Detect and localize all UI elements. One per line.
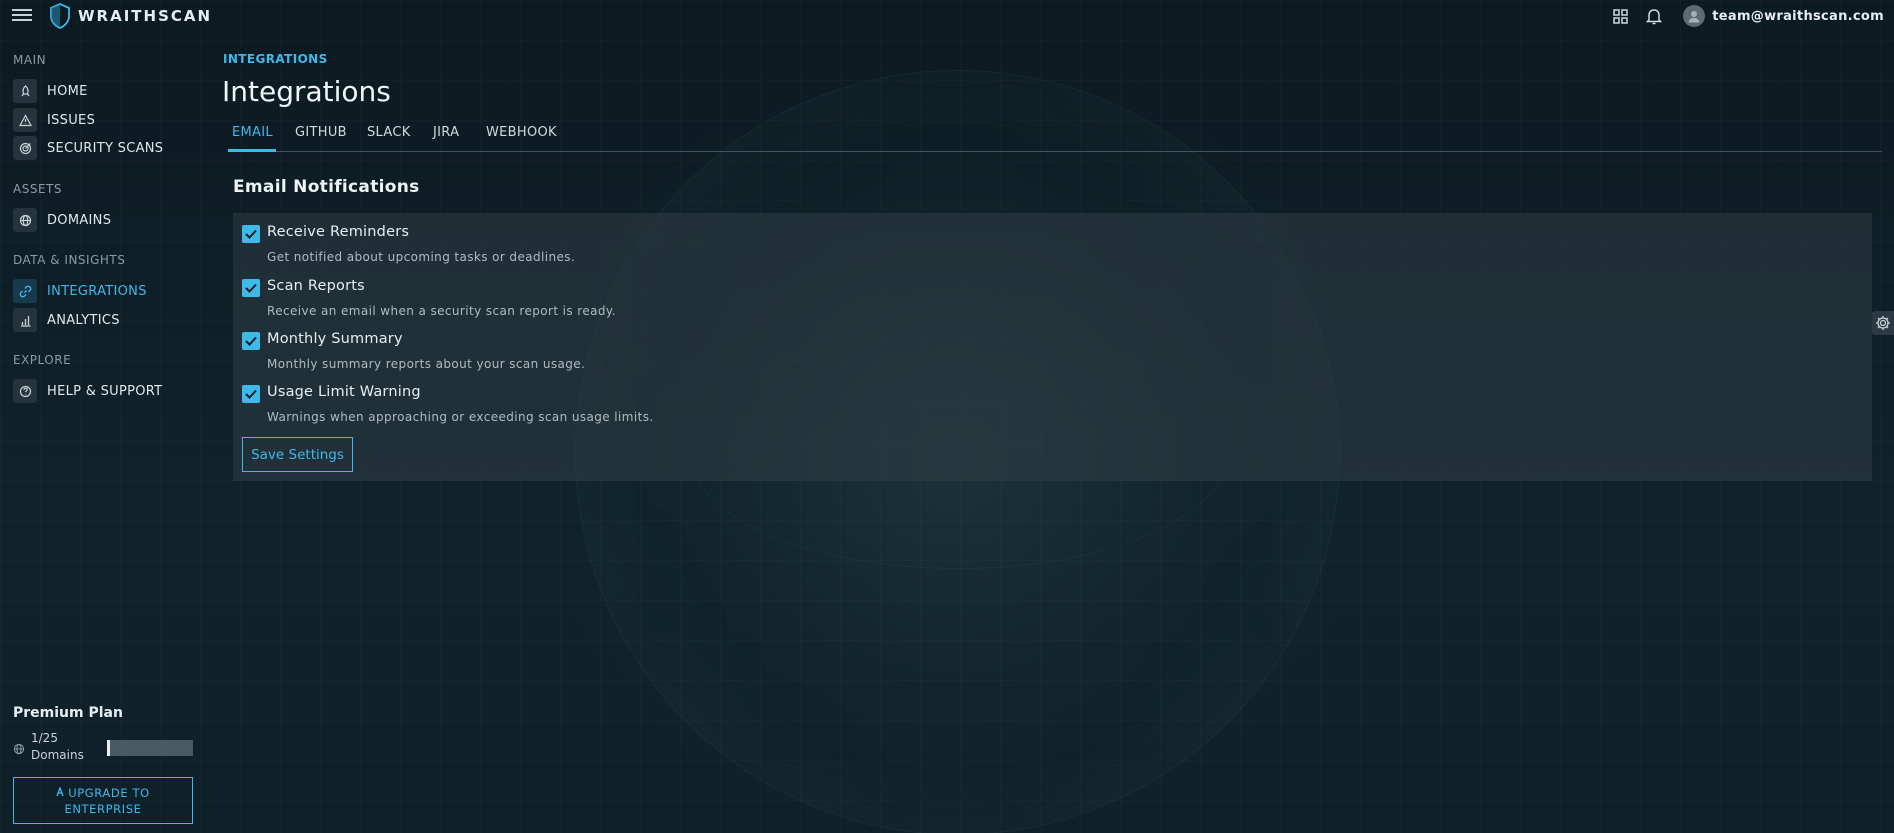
scan-reports-checkbox[interactable] bbox=[242, 279, 260, 297]
page-title: Integrations bbox=[222, 75, 391, 108]
sidebar-item-label: ANALYTICS bbox=[47, 312, 120, 328]
sidebar-item-issues[interactable]: ISSUES bbox=[13, 108, 95, 132]
receive-reminders-checkbox[interactable] bbox=[242, 225, 260, 243]
plan-usage-count: 1/25 bbox=[31, 731, 58, 745]
tab-webhook[interactable]: WEBHOOK bbox=[486, 125, 557, 140]
plan-widget: Premium Plan 1/25 Domains bbox=[13, 705, 193, 762]
warning-icon bbox=[13, 108, 37, 132]
app-logo[interactable]: WRAITHSCAN bbox=[49, 3, 212, 29]
check-icon bbox=[245, 389, 257, 399]
sidebar-item-label: ISSUES bbox=[47, 112, 96, 128]
option-title: Receive Reminders bbox=[267, 224, 410, 240]
app-name: WRAITHSCAN bbox=[78, 7, 213, 25]
link-icon bbox=[13, 279, 37, 303]
monthly-summary-checkbox[interactable] bbox=[242, 332, 260, 350]
globe-icon bbox=[13, 740, 25, 759]
top-bar: WRAITHSCAN team@wraithscan.com bbox=[0, 0, 1894, 32]
plan-usage-unit: Domains bbox=[31, 748, 84, 762]
sidebar-item-domains[interactable]: DOMAINS bbox=[13, 208, 111, 232]
upgrade-line1: UPGRADE TO bbox=[68, 785, 150, 800]
hamburger-menu-icon[interactable] bbox=[12, 9, 34, 23]
option-description: Get notified about upcoming tasks or dea… bbox=[267, 250, 576, 264]
settings-gear-icon[interactable] bbox=[1872, 311, 1894, 335]
breadcrumb[interactable]: INTEGRATIONS bbox=[223, 52, 328, 66]
sidebar-item-analytics[interactable]: ANALYTICS bbox=[13, 308, 120, 332]
bar-chart-icon bbox=[13, 308, 37, 332]
help-icon bbox=[13, 379, 37, 403]
sidebar-section-assets: ASSETS bbox=[13, 182, 62, 196]
user-avatar[interactable] bbox=[1683, 5, 1706, 27]
check-icon bbox=[245, 336, 257, 346]
save-settings-button[interactable]: Save Settings bbox=[242, 437, 353, 472]
notification-bell-icon[interactable] bbox=[1643, 5, 1665, 27]
usage-limit-warning-checkbox[interactable] bbox=[242, 385, 260, 403]
top-right-controls: team@wraithscan.com bbox=[1609, 5, 1884, 27]
shield-logo-icon bbox=[50, 3, 70, 29]
option-description: Warnings when approaching or exceeding s… bbox=[267, 410, 654, 424]
option-description: Monthly summary reports about your scan … bbox=[267, 357, 586, 371]
sidebar-item-label: INTEGRATIONS bbox=[47, 283, 147, 299]
sidebar-item-label: HOME bbox=[47, 83, 88, 99]
sidebar-section-explore: EXPLORE bbox=[13, 353, 72, 367]
sidebar-item-help-support[interactable]: HELP & SUPPORT bbox=[13, 379, 162, 403]
sidebar-item-label: SECURITY SCANS bbox=[47, 140, 164, 156]
tab-email[interactable]: EMAIL bbox=[232, 125, 273, 140]
plan-usage-bar bbox=[107, 740, 193, 756]
tab-slack[interactable]: SLACK bbox=[367, 125, 411, 140]
globe-icon bbox=[13, 208, 37, 232]
tab-jira[interactable]: JIRA bbox=[433, 125, 459, 140]
integration-tabs: EMAIL GITHUB SLACK JIRA WEBHOOK bbox=[228, 120, 1882, 152]
sidebar-item-home[interactable]: HOME bbox=[13, 79, 88, 103]
sidebar-item-integrations[interactable]: INTEGRATIONS bbox=[13, 279, 147, 303]
apps-grid-icon[interactable] bbox=[1609, 5, 1631, 27]
option-title: Usage Limit Warning bbox=[267, 384, 421, 400]
upgrade-button[interactable]: UPGRADE TO ENTERPRISE bbox=[13, 777, 193, 824]
sidebar-item-label: HELP & SUPPORT bbox=[47, 383, 163, 399]
email-notifications-heading: Email Notifications bbox=[233, 177, 420, 197]
user-email[interactable]: team@wraithscan.com bbox=[1712, 9, 1884, 24]
check-icon bbox=[245, 283, 257, 293]
sidebar-section-main: MAIN bbox=[13, 53, 47, 67]
plan-usage: 1/25 Domains bbox=[13, 730, 84, 764]
target-icon bbox=[13, 136, 37, 160]
upgrade-line2: ENTERPRISE bbox=[64, 801, 142, 816]
sidebar-section-data-insights: DATA & INSIGHTS bbox=[13, 253, 126, 267]
email-settings-panel: Receive Reminders Get notified about upc… bbox=[233, 213, 1872, 481]
sidebar-item-label: DOMAINS bbox=[47, 212, 112, 228]
tab-github[interactable]: GITHUB bbox=[295, 125, 347, 140]
active-tab-indicator bbox=[228, 149, 276, 152]
check-icon bbox=[245, 229, 257, 239]
plan-title: Premium Plan bbox=[13, 705, 123, 721]
option-title: Monthly Summary bbox=[267, 331, 403, 347]
option-title: Scan Reports bbox=[267, 278, 365, 294]
plan-usage-bar-fill bbox=[107, 740, 111, 756]
sidebar-item-security-scans[interactable]: SECURITY SCANS bbox=[13, 136, 163, 160]
rocket-icon bbox=[13, 79, 37, 103]
option-description: Receive an email when a security scan re… bbox=[267, 304, 616, 318]
upgrade-arrow-icon bbox=[56, 785, 64, 799]
